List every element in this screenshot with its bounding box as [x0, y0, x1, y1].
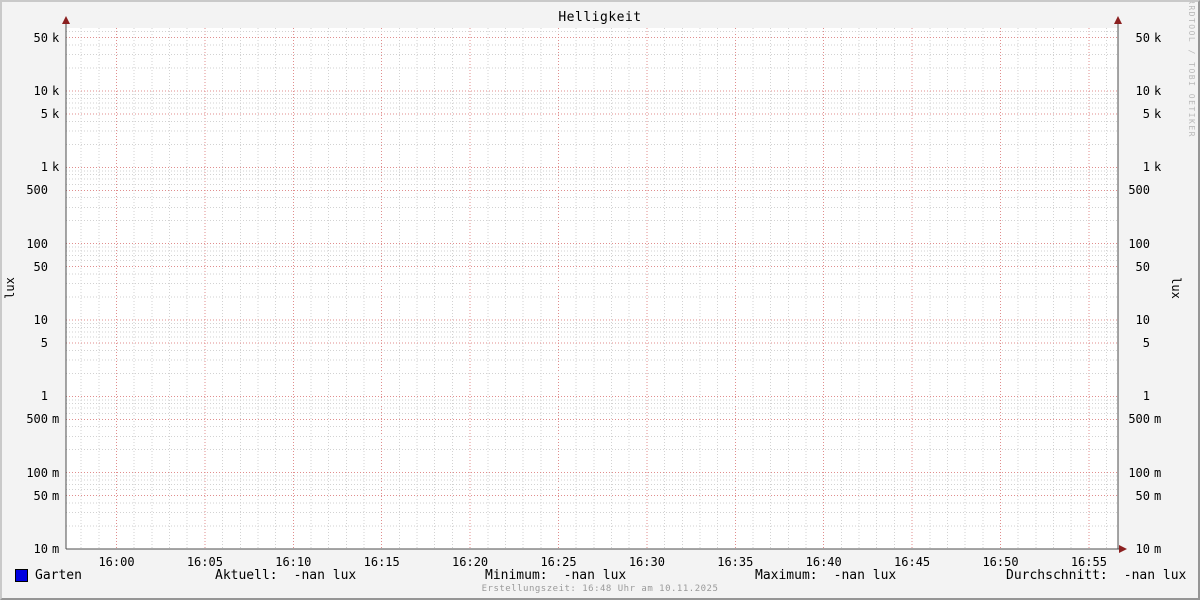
y-tick-number: 10	[1135, 84, 1150, 99]
y-tick-label-left: 100	[2, 237, 64, 251]
y-tick-label-left: 10 k	[2, 84, 64, 98]
y-tick-number: 1	[40, 160, 48, 175]
x-tick-label: 16:25	[540, 555, 577, 569]
x-tick-label: 16:20	[452, 555, 489, 569]
axis-arrow	[1114, 16, 1122, 24]
y-tick-label-left: 500 m	[2, 412, 64, 426]
y-tick-label-right: 1	[1122, 389, 1166, 403]
y-tick-label-left: 1	[2, 389, 64, 403]
y-tick-suffix: k	[1154, 106, 1162, 121]
x-tick-label: 16:50	[982, 555, 1019, 569]
rrdtool-watermark: RRDTOOL / TOBI OETIKER	[1187, 0, 1196, 138]
y-tick-number: 10	[33, 313, 48, 327]
y-tick-suffix: m	[1154, 488, 1162, 503]
y-tick-label-left: 100 m	[2, 466, 64, 480]
y-axis-unit-left: lux	[3, 277, 17, 299]
y-tick-number: 100	[1128, 465, 1150, 480]
y-tick-number: 10	[1135, 313, 1150, 327]
y-tick-label-right: 100	[1122, 237, 1166, 251]
y-tick-suffix: m	[52, 542, 60, 556]
y-tick-label-right: 5k	[1122, 107, 1166, 121]
y-axis-unit-right: lux	[1169, 277, 1183, 299]
y-tick-number: 100	[26, 465, 48, 480]
y-tick-label-right: 50 m	[1122, 489, 1166, 503]
y-tick-label-left: 1k	[2, 160, 64, 174]
y-tick-number: 5	[40, 106, 48, 121]
y-tick-suffix: k	[52, 30, 60, 45]
y-tick-suffix: m	[52, 488, 60, 503]
y-tick-label-right: 500 m	[1122, 412, 1166, 426]
y-tick-suffix: m	[1154, 412, 1162, 427]
y-tick-suffix: k	[52, 160, 60, 175]
y-tick-label-left: 5k	[2, 107, 64, 121]
y-tick-number: 1	[1142, 389, 1150, 404]
y-tick-label-right: 10 k	[1122, 84, 1166, 98]
y-tick-suffix: m	[52, 412, 60, 427]
creation-time: Erstellungszeit: 16:48 Uhr am 10.11.2025	[481, 584, 719, 594]
y-tick-label-right: 50 k	[1122, 31, 1166, 45]
y-tick-number: 5	[1142, 106, 1150, 121]
y-tick-label-left: 50 k	[2, 31, 64, 45]
y-tick-number: 500	[1128, 183, 1150, 198]
y-tick-suffix: k	[1154, 160, 1162, 175]
rrdtool-graph: Helligkeit 50 k 10 k 5 k 1 k 500 100 50 10 5 1 500 m 100…	[0, 0, 1200, 600]
y-tick-suffix: m	[1154, 465, 1162, 480]
y-tick-number: 500	[26, 412, 48, 427]
y-tick-label-right: 10	[1122, 313, 1166, 327]
y-tick-suffix: k	[1154, 30, 1162, 45]
y-tick-suffix: k	[52, 84, 60, 99]
y-tick-number: 100	[26, 236, 48, 251]
y-tick-number: 5	[40, 335, 48, 350]
y-tick-label-right: 100 m	[1122, 466, 1166, 480]
y-tick-label-right: 5	[1122, 336, 1166, 350]
chart-grid-svg	[62, 16, 1127, 553]
y-tick-label-right: 50	[1122, 260, 1166, 274]
y-tick-number: 50	[33, 30, 48, 45]
x-tick-label: 16:40	[805, 555, 842, 569]
x-tick-label: 16:15	[363, 555, 400, 569]
y-tick-number: 50	[1135, 30, 1150, 45]
y-tick-number: 100	[1128, 236, 1150, 251]
y-tick-number: 10	[33, 542, 48, 556]
y-tick-label-right: 1k	[1122, 160, 1166, 174]
x-tick-label: 16:10	[275, 555, 312, 569]
x-tick-label: 16:55	[1070, 555, 1107, 569]
y-tick-number: 50	[1135, 259, 1150, 274]
axis-arrow	[62, 16, 70, 24]
x-tick-label: 16:00	[98, 555, 135, 569]
y-tick-number: 500	[1128, 412, 1150, 427]
y-tick-number: 50	[1135, 488, 1150, 503]
y-tick-label-left: 5	[2, 336, 64, 350]
y-tick-label-left: 50 m	[2, 489, 64, 503]
y-tick-suffix: m	[52, 465, 60, 480]
x-tick-label: 16:05	[186, 555, 223, 569]
y-tick-label-right: 10 m	[1122, 542, 1166, 556]
y-tick-number: 500	[26, 183, 48, 198]
y-tick-number: 1	[40, 389, 48, 404]
y-tick-number: 1	[1142, 160, 1150, 175]
plot-canvas	[66, 28, 1118, 549]
x-tick-label: 16:45	[894, 555, 931, 569]
y-tick-label-left: 10	[2, 313, 64, 327]
y-tick-suffix: k	[1154, 84, 1162, 99]
y-tick-suffix: k	[52, 106, 60, 121]
y-tick-number: 10	[1135, 542, 1150, 556]
x-tick-label: 16:30	[628, 555, 665, 569]
plot-area	[2, 2, 1198, 598]
y-tick-number: 50	[33, 488, 48, 503]
y-tick-label-left: 10 m	[2, 542, 64, 556]
y-tick-number: 5	[1142, 335, 1150, 350]
x-tick-label: 16:35	[717, 555, 754, 569]
y-tick-label-left: 500	[2, 183, 64, 197]
y-tick-number: 10	[33, 84, 48, 99]
y-tick-label-right: 500	[1122, 183, 1166, 197]
y-tick-suffix: m	[1154, 542, 1162, 556]
